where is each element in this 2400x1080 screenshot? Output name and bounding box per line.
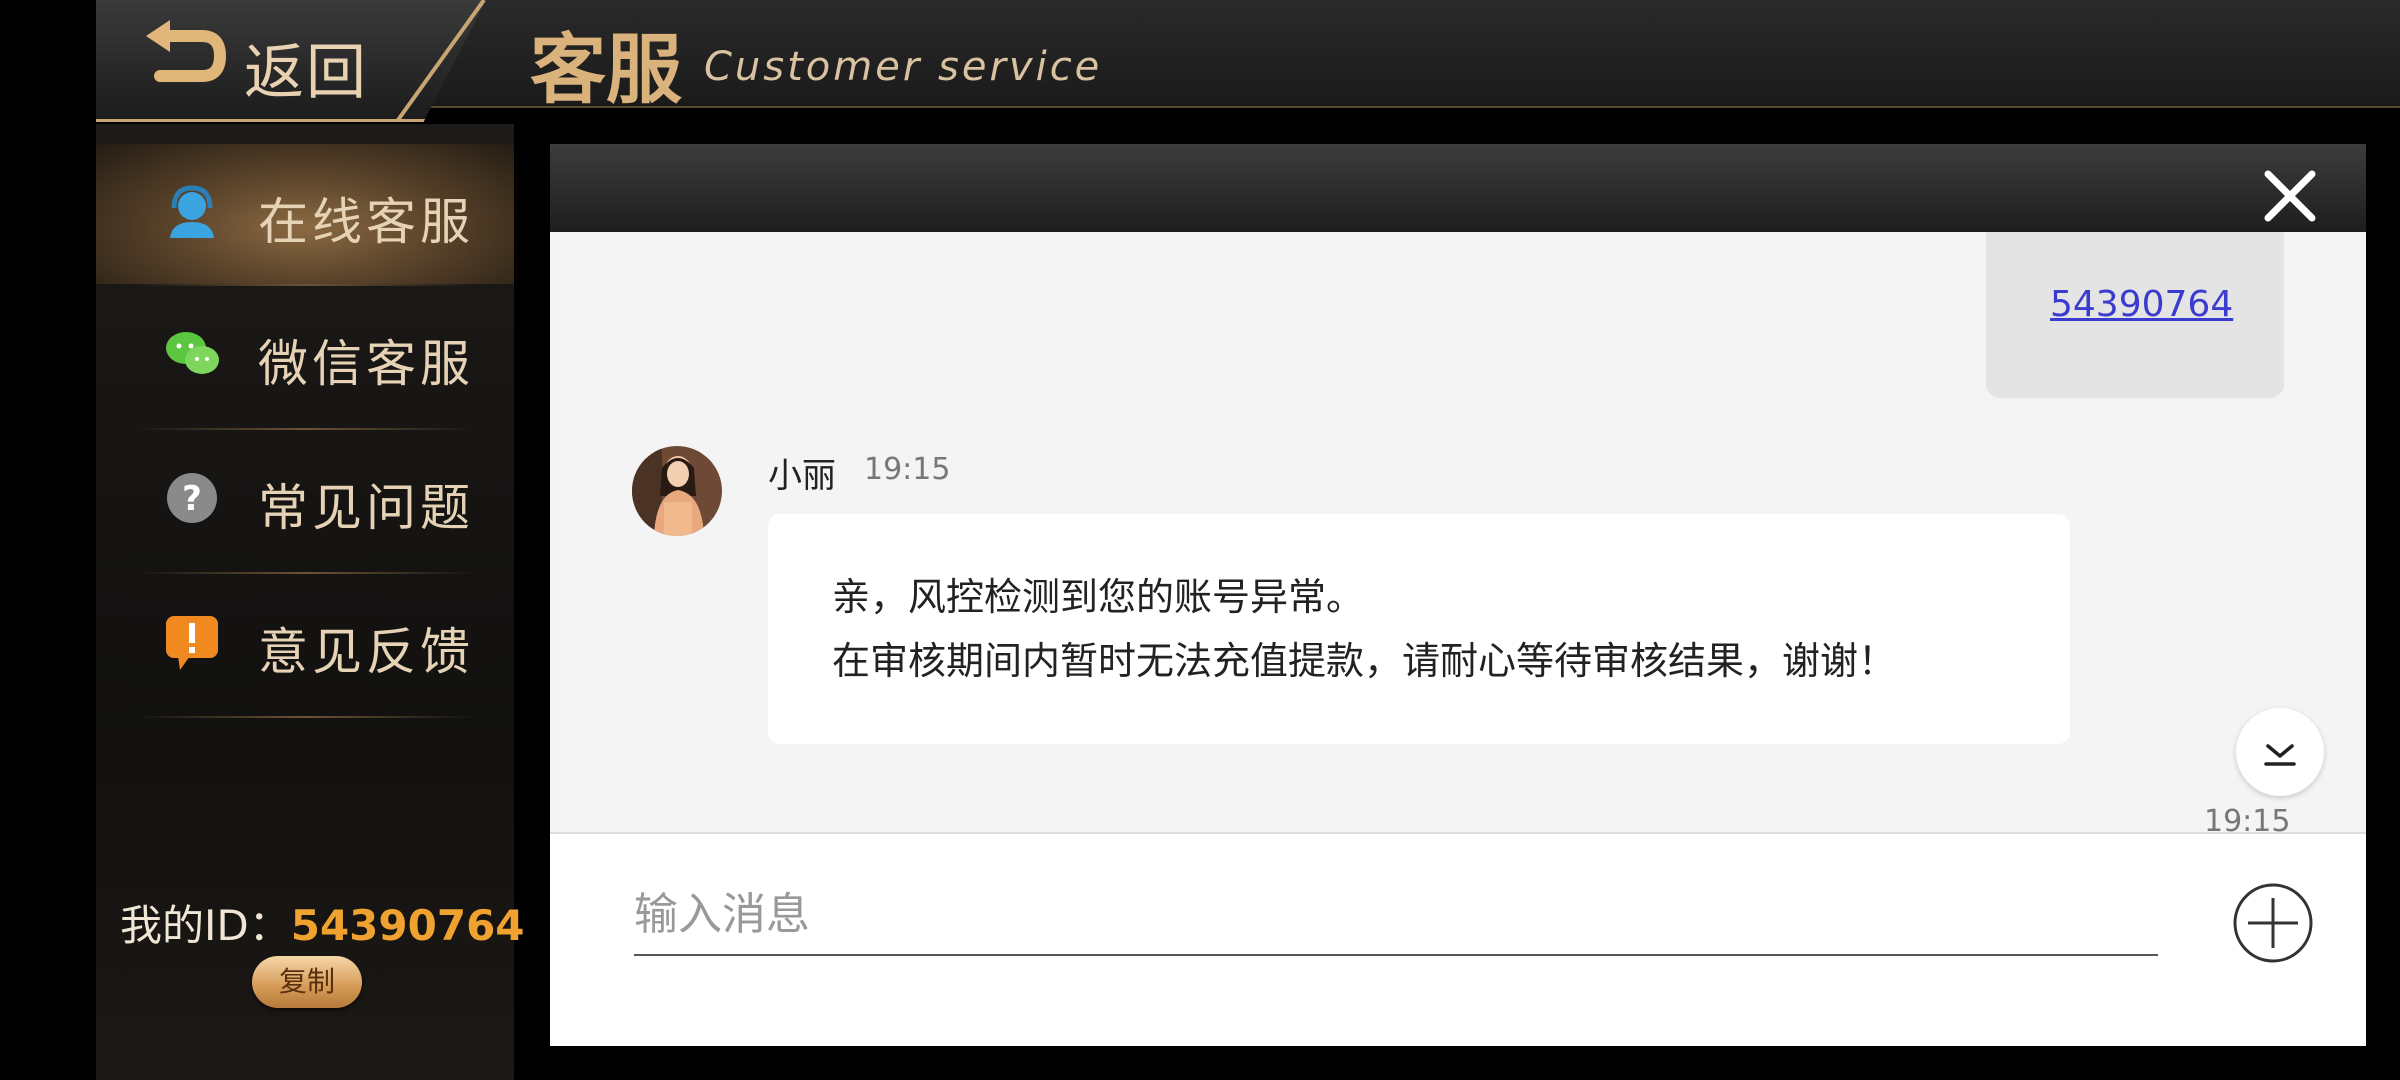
headset-icon — [170, 185, 214, 238]
agent-message-bubble: 亲，风控检测到您的账号异常。 在审核期间内暂时无法充值提款，请耐心等待审核结果，… — [768, 514, 2070, 744]
header-divider-slash — [396, 0, 486, 122]
wechat-icon — [166, 332, 219, 374]
sidebar-divider — [136, 716, 476, 718]
sidebar-item-label: 意见反馈 — [258, 623, 474, 681]
chat-input-bar — [550, 832, 2366, 1046]
user-message-link[interactable]: 54390764 — [2050, 284, 2233, 325]
agent-message-line: 亲，风控检测到您的账号异常。 — [832, 575, 1365, 619]
chat-message-list[interactable]: 54390764 小丽 19:15 亲，风控检测到您的账号异常。 在审核期间内暂… — [550, 232, 2366, 832]
my-id-label: 我的ID： — [120, 901, 291, 950]
scroll-to-bottom-button[interactable] — [2236, 708, 2324, 796]
feedback-icon — [166, 616, 218, 670]
close-icon[interactable] — [2262, 168, 2318, 224]
svg-text:?: ? — [182, 479, 202, 519]
message-input[interactable] — [634, 874, 2158, 956]
sidebar-item-label: 在线客服 — [258, 193, 474, 251]
user-message-bubble: 54390764 — [1986, 232, 2284, 398]
chevron-down-icon — [2264, 744, 2296, 766]
question-icon: ? — [167, 473, 217, 523]
agent-message-line: 在审核期间内暂时无法充值提款，请耐心等待审核结果，谢谢！ — [832, 639, 1897, 683]
sidebar-item-wechat-service[interactable]: 微信客服 — [96, 286, 514, 426]
back-arrow-icon[interactable] — [140, 16, 230, 96]
sidebar-item-label: 常见问题 — [258, 479, 474, 537]
agent-name: 小丽 — [768, 456, 836, 496]
plus-icon[interactable] — [2232, 882, 2314, 964]
sidebar-item-feedback[interactable]: 意见反馈 — [96, 574, 514, 714]
sidebar-item-label: 微信客服 — [258, 335, 474, 393]
agent-message-time: 19:15 — [864, 452, 951, 487]
message-timestamp: 19:15 — [2204, 804, 2291, 832]
page-title: 客服 — [530, 25, 682, 114]
page-subtitle: Customer service — [704, 44, 1103, 90]
agent-avatar — [632, 446, 722, 536]
back-label[interactable]: 返回 — [244, 24, 368, 111]
chat-title-bar — [550, 144, 2366, 232]
my-id-value: 54390764 — [290, 901, 525, 950]
sidebar-item-faq[interactable]: ? 常见问题 — [96, 430, 514, 570]
sidebar-item-online-service[interactable]: 在线客服 — [96, 144, 514, 284]
my-id-display: 我的ID：54390764 — [120, 892, 525, 953]
copy-id-button[interactable]: 复制 — [252, 956, 362, 1008]
